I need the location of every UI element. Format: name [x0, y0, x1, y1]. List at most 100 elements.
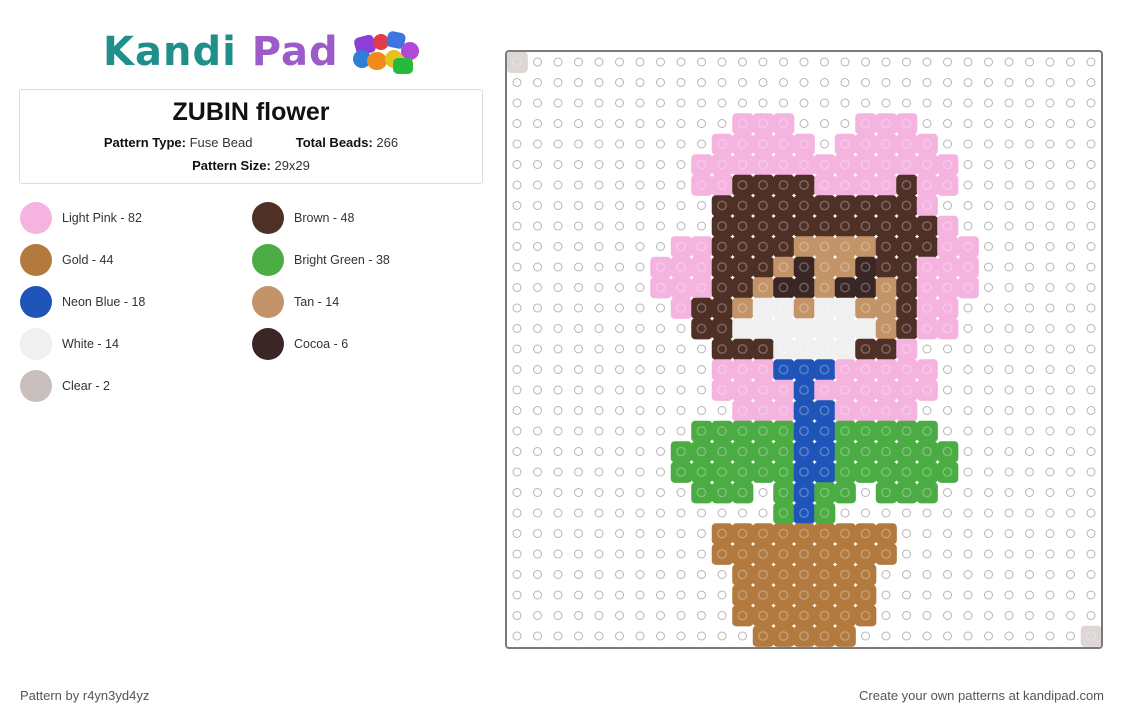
empty-peg [533, 160, 542, 169]
bead [752, 277, 774, 299]
empty-peg [963, 139, 973, 149]
bead [814, 605, 836, 627]
bead [732, 461, 754, 483]
empty-peg [635, 590, 645, 600]
bead [650, 277, 672, 299]
empty-peg [1086, 139, 1096, 149]
empty-peg [1045, 78, 1055, 87]
empty-peg [1045, 242, 1055, 251]
bead [855, 359, 877, 381]
empty-peg [1066, 467, 1075, 477]
empty-peg [697, 78, 706, 87]
bead [752, 584, 774, 606]
empty-peg [881, 631, 891, 641]
empty-peg [902, 590, 911, 600]
empty-peg [881, 78, 891, 87]
pattern-info-card: ZUBIN flower Pattern Type: Fuse Bead Tot… [19, 89, 483, 184]
bead [814, 400, 836, 422]
empty-peg [533, 180, 542, 190]
empty-peg [656, 529, 665, 538]
empty-peg [984, 344, 993, 354]
bead [732, 236, 754, 258]
empty-peg [717, 119, 727, 128]
bead [691, 441, 713, 463]
empty-peg [635, 160, 645, 169]
bead [855, 318, 877, 340]
bead [793, 482, 815, 504]
bead [691, 461, 713, 483]
empty-peg [656, 365, 665, 374]
empty-peg [553, 385, 563, 395]
bead [814, 318, 836, 340]
empty-peg [594, 529, 604, 538]
bead [834, 359, 856, 381]
color-swatch [252, 202, 284, 234]
empty-peg [799, 57, 809, 67]
create-patterns-link[interactable]: Create your own patterns at kandipad.com [859, 688, 1104, 703]
empty-peg [758, 98, 768, 108]
empty-peg [635, 529, 645, 538]
empty-peg [984, 201, 993, 210]
legend-label: Bright Green - 38 [294, 253, 390, 267]
empty-peg [635, 139, 645, 149]
legend-item: Tan - 14 [252, 286, 484, 318]
bead [711, 338, 733, 360]
bead [732, 256, 754, 278]
empty-peg [738, 631, 747, 641]
bead [711, 461, 733, 483]
empty-peg [553, 242, 563, 251]
empty-peg [758, 57, 768, 67]
bead [896, 154, 918, 176]
empty-peg [1066, 344, 1075, 354]
empty-peg [574, 529, 583, 538]
empty-peg [635, 365, 645, 374]
empty-peg [553, 488, 563, 497]
color-swatch [20, 328, 52, 360]
bead [711, 523, 733, 545]
bead [732, 543, 754, 565]
empty-peg [574, 611, 583, 620]
empty-peg [922, 631, 932, 641]
bead [855, 441, 877, 463]
empty-peg [676, 426, 686, 436]
empty-peg [1066, 283, 1075, 292]
bead [916, 277, 938, 299]
empty-peg [1045, 488, 1055, 497]
bead [711, 236, 733, 258]
empty-peg [1045, 508, 1055, 518]
empty-peg [984, 385, 993, 395]
bead [752, 523, 774, 545]
empty-peg [656, 201, 665, 210]
bead [855, 236, 877, 258]
empty-peg [574, 303, 583, 313]
bead [711, 297, 733, 319]
bead [937, 318, 959, 340]
bead [834, 420, 856, 442]
empty-peg [697, 631, 706, 641]
empty-peg [984, 570, 993, 579]
empty-peg [1045, 426, 1055, 436]
bead [916, 195, 938, 217]
empty-peg [512, 98, 522, 108]
empty-peg [1086, 180, 1096, 190]
bead [896, 133, 918, 155]
bead [855, 543, 877, 565]
empty-peg [697, 385, 706, 395]
bead [896, 174, 918, 196]
bead [752, 441, 774, 463]
empty-peg [1045, 570, 1055, 579]
pegboard[interactable] [505, 50, 1103, 649]
bead [855, 400, 877, 422]
kandipad-logo[interactable]: Kandi Pad [103, 28, 427, 76]
empty-peg [656, 488, 665, 497]
bead [670, 277, 692, 299]
bead [834, 523, 856, 545]
empty-peg [1066, 139, 1075, 149]
legend-label: Gold - 44 [62, 253, 114, 267]
bead [752, 420, 774, 442]
bead [793, 441, 815, 463]
empty-peg [512, 201, 522, 210]
empty-peg [799, 98, 809, 108]
empty-peg [984, 303, 993, 313]
bead [752, 605, 774, 627]
